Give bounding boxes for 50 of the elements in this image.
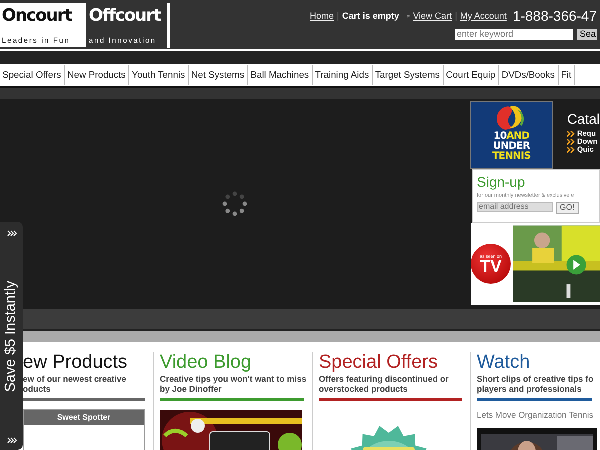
logo-text: Offcourt: [89, 5, 161, 28]
nav-link[interactable]: DVDs/Books: [499, 65, 559, 85]
video-caption: Lets Move Organization Tennis: [477, 409, 592, 422]
view-cart-link[interactable]: View Cart: [413, 10, 452, 24]
side-tab-label: Save $5 Instantly: [2, 281, 20, 393]
section-title: Video Blog: [160, 352, 253, 374]
chevron-icon: [567, 131, 576, 137]
section-title: ew Products: [23, 352, 129, 374]
logo-text: TENNIS: [492, 152, 531, 162]
section-title: Special Offers: [319, 352, 439, 374]
nav-link[interactable]: Training Aids: [312, 65, 373, 85]
cart-status: Cart is empty: [342, 10, 400, 23]
nav-link[interactable]: Net Systems: [188, 65, 248, 85]
chevron-icon: [567, 139, 576, 145]
loading-spinner-icon: [220, 189, 250, 219]
section-subtitle: oducts: [23, 384, 52, 394]
signup-title: Sign-up: [477, 175, 526, 190]
nav-link[interactable]: Ball Machines: [248, 65, 313, 85]
header-link[interactable]: Home: [310, 10, 334, 24]
logo-text: Oncourt: [2, 5, 72, 28]
section-subtitle: by Joe Dinoffer: [160, 384, 223, 394]
section-subtitle: overstocked products: [319, 384, 409, 394]
product-name: Sweet Spotter: [24, 410, 144, 425]
link-separator: |: [337, 10, 340, 23]
section-subtitle: Offers featuring discontinued or: [319, 374, 450, 384]
side-tab[interactable]: Save $5 Instantly: [0, 222, 23, 450]
link-separator: |: [455, 10, 458, 23]
section-subtitle: players and professionals: [477, 384, 583, 394]
search-button[interactable]: Sea: [577, 29, 597, 40]
nav-link[interactable]: Special Offers: [0, 65, 65, 85]
chevron-icon: [567, 147, 576, 153]
chevron-icon: [6, 230, 16, 237]
chevron-icon: [6, 437, 16, 444]
phone-number: 1-888-366-47: [512, 7, 597, 26]
header-link[interactable]: My Account: [460, 10, 507, 24]
logo-text: 10AND: [494, 132, 530, 142]
logo-text: UNDER: [493, 142, 530, 152]
section-subtitle: Creative tips you won't want to miss: [160, 374, 304, 384]
nav-link[interactable]: New Products: [64, 65, 130, 85]
nav-link[interactable]: Fit: [558, 65, 576, 85]
search-field[interactable]: enter keyword: [455, 29, 573, 40]
section-title: Watch: [477, 352, 532, 374]
nav-link[interactable]: Target Systems: [372, 65, 444, 85]
catalog-title: Catal: [567, 110, 600, 129]
go-button[interactable]: GO!: [556, 202, 579, 214]
section-subtitle: Short clips of creative tips fo: [477, 374, 592, 384]
section-subtitle: ew of our newest creative: [23, 374, 128, 384]
nav-link[interactable]: Court Equip: [444, 65, 500, 85]
email-field[interactable]: email address: [477, 202, 553, 212]
nav-link[interactable]: Youth Tennis: [129, 65, 189, 85]
